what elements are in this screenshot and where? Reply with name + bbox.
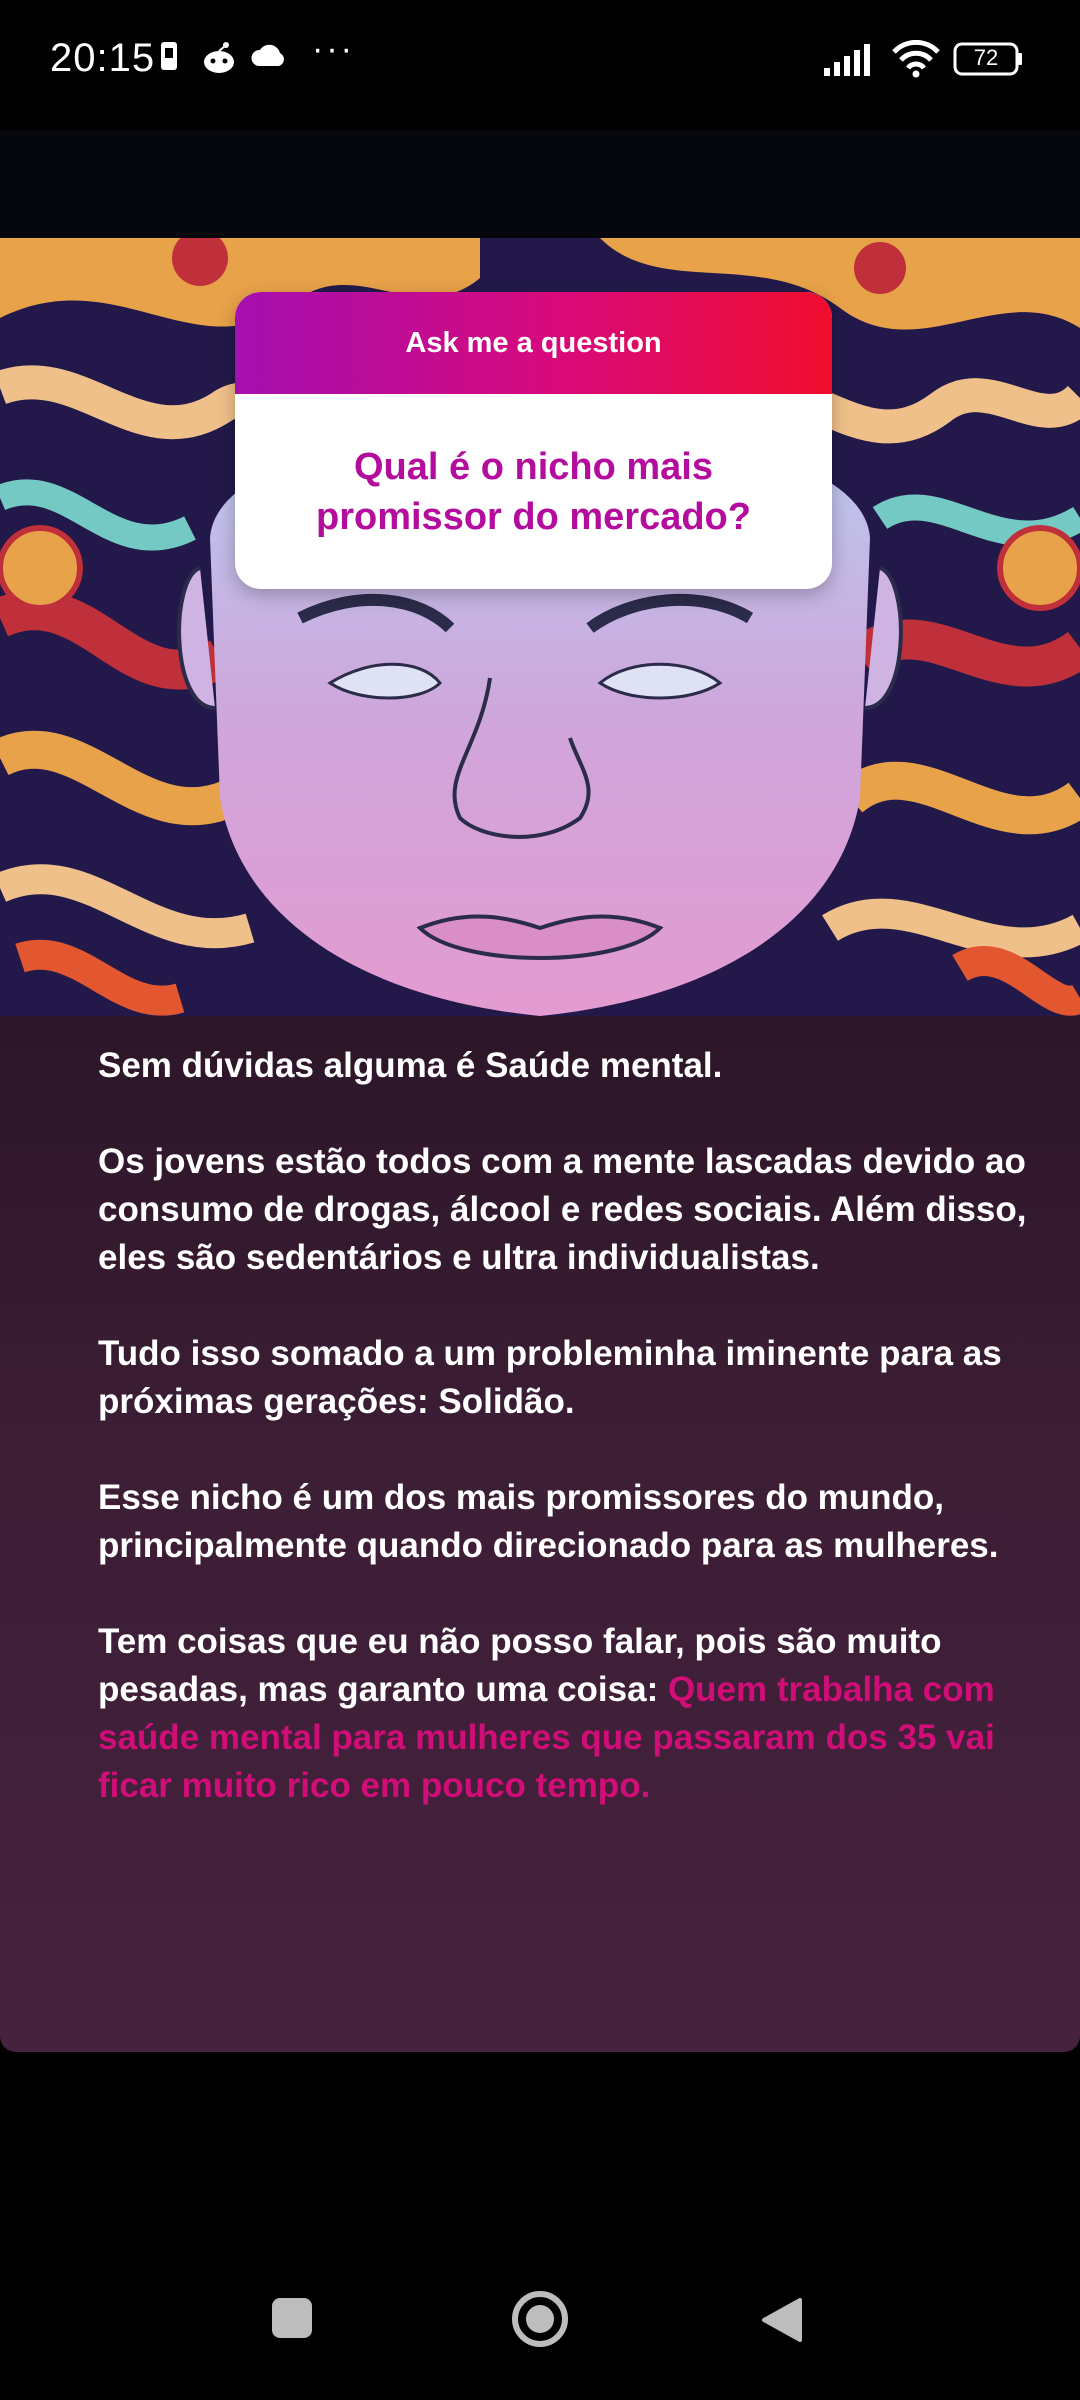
story-header bbox=[0, 130, 1080, 238]
recents-square-icon[interactable] bbox=[270, 2296, 314, 2345]
answer-paragraph-2: Os jovens estão todos com a mente lascad… bbox=[98, 1142, 1027, 1277]
sticker-question: Qual é o nicho mais promissor do mercado… bbox=[316, 445, 751, 538]
wifi-icon bbox=[892, 39, 940, 78]
bot-app-icon bbox=[200, 40, 238, 81]
navigation-bar bbox=[0, 2250, 1080, 2400]
status-time: 20:15 bbox=[50, 36, 156, 80]
sim-card-icon bbox=[155, 40, 185, 79]
answer-paragraph-4: Esse nicho é um dos mais promissores do … bbox=[98, 1478, 999, 1565]
answer-paragraph-3: Tudo isso somado a um probleminha iminen… bbox=[98, 1334, 1002, 1421]
answer-text: Sem dúvidas alguma é Saúde mental. Os jo… bbox=[98, 1042, 1028, 1858]
status-bar: 20:15 ··· 72 bbox=[0, 0, 1080, 125]
question-sticker[interactable]: Ask me a question Qual é o nicho mais pr… bbox=[235, 292, 832, 589]
back-triangle-icon[interactable] bbox=[760, 2296, 804, 2349]
sticker-header: Ask me a question bbox=[235, 292, 832, 394]
signal-icon bbox=[824, 44, 870, 76]
home-circle-icon[interactable] bbox=[511, 2290, 569, 2353]
answer-paragraph-5: Tem coisas que eu não posso falar, pois … bbox=[98, 1618, 1028, 1810]
more-notifications-indicator: ··· bbox=[312, 30, 355, 68]
answer-card: Sem dúvidas alguma é Saúde mental. Os jo… bbox=[0, 1016, 1080, 2052]
status-right-group: 72 bbox=[824, 39, 1024, 80]
answer-paragraph-1: Sem dúvidas alguma é Saúde mental. bbox=[98, 1046, 723, 1085]
battery-level: 72 bbox=[973, 45, 999, 70]
cloud-icon bbox=[250, 40, 288, 75]
screen: 20:15 ··· 72 Ask me a question Qual é o … bbox=[0, 0, 1080, 2400]
